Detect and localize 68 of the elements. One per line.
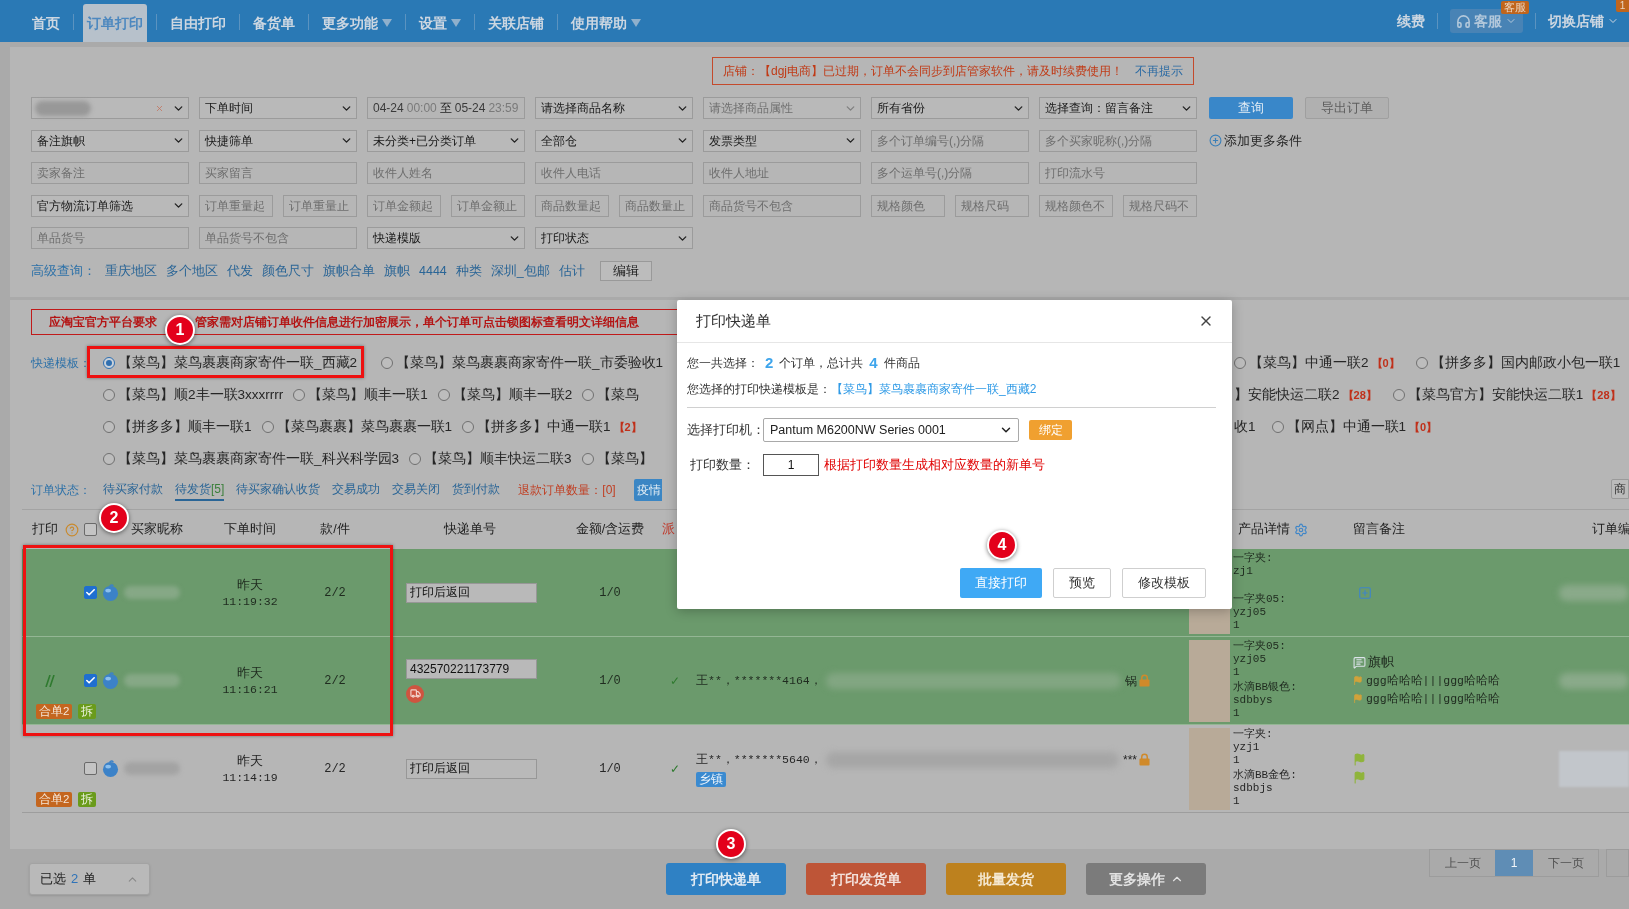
notice-text: 管家需对店铺订单收件信息进行加密展示，单个订单可点击锁图标查看明文详细信息 xyxy=(195,314,639,331)
receiver-text: 王**，*******4164， xyxy=(696,672,822,689)
region-tag: 乡镇 xyxy=(696,771,726,787)
column-header: 留言备注 xyxy=(1353,522,1405,537)
amount-text: 1/0 xyxy=(599,760,621,778)
order-date: 昨天 xyxy=(237,753,263,768)
printer-label: 选择打印机： xyxy=(687,421,763,439)
product-quantity: 1 xyxy=(1233,795,1241,808)
product-name: 一字夹: xyxy=(1233,552,1273,565)
order-time: 11:19:32 xyxy=(222,595,278,608)
quantity-text: 2/2 xyxy=(324,760,346,778)
product-name: 一字夹: xyxy=(1233,728,1273,741)
product-code: yzj05 xyxy=(1233,606,1267,619)
product-code: yzj1 xyxy=(1233,741,1261,754)
product-name: 一字夹05: xyxy=(1233,593,1286,606)
product-quantity: 1 xyxy=(1233,619,1241,632)
callout-number: 3 xyxy=(716,829,746,859)
column-header: 快递单号 xyxy=(444,522,496,537)
product-quantity: 1 xyxy=(1233,707,1241,720)
product-code: zj1 xyxy=(1233,565,1254,578)
column-header: 买家昵称 xyxy=(131,522,183,537)
order-date: 昨天 xyxy=(237,665,263,680)
notice-text: 应淘宝官方平台要求 xyxy=(49,314,157,331)
order-badge: 合单2 xyxy=(36,704,73,719)
column-header: 款/件 xyxy=(320,522,350,537)
remark-text: 旗帜 xyxy=(1368,654,1394,672)
amount-text: 1/0 xyxy=(599,672,621,690)
column-header: 金额/含运费 xyxy=(575,522,645,537)
order-status-label: 订单状态： xyxy=(31,482,91,499)
column-header: 产品详情 xyxy=(1238,521,1290,539)
count-badge: 1 xyxy=(1616,0,1629,12)
receiver-text: 王**，*******5640， xyxy=(696,751,822,768)
expiry-notice-text: 店铺：【dgj电商】已过期，订单不会同步到店管家软件，请及时续费使用！ xyxy=(723,63,1123,80)
product-quantity: 1 xyxy=(1233,666,1241,679)
order-badge: 拆 xyxy=(78,704,97,719)
column-header: 派 xyxy=(662,522,675,537)
copies-hint: 根据打印数量生成相对应数量的新单号 xyxy=(824,456,1045,474)
order-time: 11:16:21 xyxy=(222,683,278,696)
receiver-tail: 锅 xyxy=(1125,672,1137,690)
advanced-query-label: 高级查询： xyxy=(31,262,96,280)
selected-template-text: 您选择的打印快递模板是：【菜鸟】菜鸟裹裹商家寄件一联_西藏2 xyxy=(687,381,1038,398)
product-name: 水滴BB金色: xyxy=(1233,769,1297,782)
product-code: sdbbjs xyxy=(1233,782,1274,795)
quantity-text: 2/2 xyxy=(324,584,346,602)
order-date: 昨天 xyxy=(237,577,263,592)
check-mark: ✓ xyxy=(670,760,680,778)
product-quantity: 1 xyxy=(1233,754,1241,767)
product-name: 水滴BB银色: xyxy=(1233,681,1297,694)
remark-text: ggg哈哈哈|||ggg哈哈哈 xyxy=(1365,690,1500,707)
quantity-text: 2/2 xyxy=(324,672,346,690)
service-badge: 客服 xyxy=(1501,1,1529,14)
product-code: sdbbys xyxy=(1233,694,1274,707)
selection-summary: 您一共选择： 2 个订单，总计共 4 件商品 xyxy=(687,353,921,373)
remark-text: ggg哈哈哈|||ggg哈哈哈 xyxy=(1365,672,1500,689)
order-badge: 拆 xyxy=(78,792,97,807)
column-header: 打印 xyxy=(32,521,58,539)
receiver-tail: *** xyxy=(1123,751,1137,769)
check-mark: ✓ xyxy=(670,672,680,690)
product-name: 一字夹05: xyxy=(1233,640,1286,653)
amount-text: 1/0 xyxy=(599,584,621,602)
order-time: 11:14:19 xyxy=(222,771,278,784)
template-label: 快递模板： xyxy=(31,355,92,372)
copies-label: 打印数量： xyxy=(689,456,756,474)
product-code: yzj05 xyxy=(1233,653,1267,666)
order-badge: 合单2 xyxy=(36,792,73,807)
refund-count: 退款订单数量：[0] xyxy=(518,482,616,499)
dialog-title: 打印快递单 xyxy=(696,310,771,331)
column-header: 下单时间 xyxy=(224,522,276,537)
